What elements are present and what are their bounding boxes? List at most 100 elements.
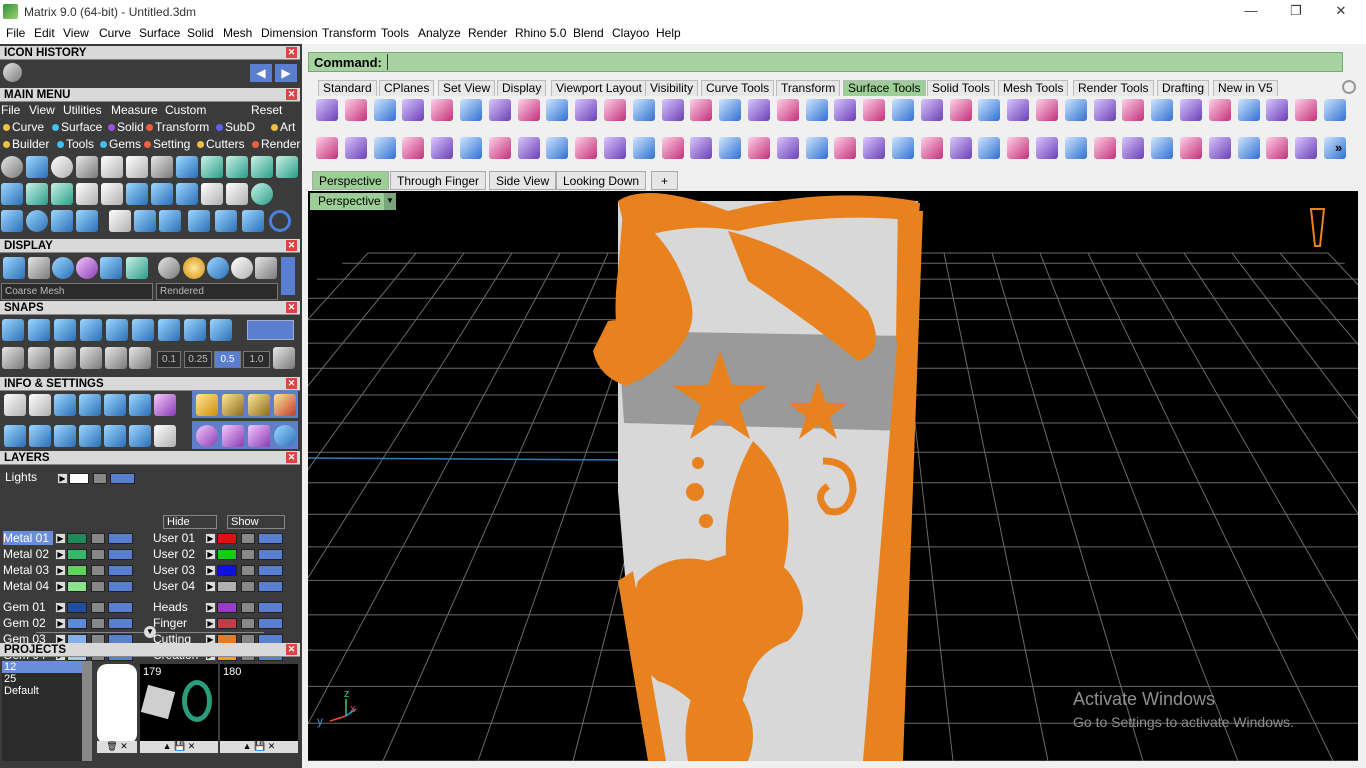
history-forward-icon[interactable]: ▶	[275, 64, 297, 82]
command-input[interactable]	[387, 54, 388, 70]
solid-tool-icon[interactable]	[748, 137, 770, 159]
close-icon[interactable]: ✕	[286, 452, 297, 463]
mm-utilities[interactable]: Utilities	[63, 103, 102, 117]
prong-tool-icon[interactable]	[126, 156, 148, 178]
visibility-icon[interactable]	[108, 618, 133, 629]
solid-tool-icon[interactable]	[431, 137, 454, 159]
visibility-icon[interactable]	[110, 473, 135, 484]
diamond-tool-icon[interactable]	[101, 156, 123, 178]
tab-solid-tools[interactable]: Solid Tools	[927, 80, 995, 96]
viewport-label[interactable]: Perspective	[310, 193, 390, 210]
solid-tool-icon[interactable]	[373, 137, 396, 159]
menu-dimension[interactable]: Dimension	[261, 26, 318, 40]
solid-tool-icon[interactable]	[661, 137, 684, 159]
gold-sphere-icon[interactable]	[183, 257, 205, 279]
close-icon[interactable]: ✕	[286, 644, 297, 655]
surface-tool-icon[interactable]	[1237, 99, 1260, 121]
project-item[interactable]: 12	[2, 661, 92, 673]
mm-file[interactable]: File	[1, 103, 20, 117]
layer-name[interactable]: User 01	[153, 531, 203, 545]
channel-tool-icon[interactable]	[26, 183, 48, 205]
mm-builder[interactable]: Builder	[3, 137, 49, 151]
bail-tool-icon[interactable]	[226, 183, 248, 205]
tab-surface-tools[interactable]: Surface Tools	[843, 80, 926, 96]
history-tool-icon[interactable]	[3, 63, 22, 82]
mm-custom[interactable]: Custom	[165, 103, 206, 117]
layer-name[interactable]: Gem 01	[3, 600, 53, 614]
viewport-layout-icon[interactable]	[4, 425, 26, 447]
mm-transform[interactable]: Transform	[146, 120, 209, 134]
blue-sphere-icon[interactable]	[207, 257, 229, 279]
gold-info-icon[interactable]	[196, 394, 218, 416]
white-sphere-icon[interactable]	[231, 257, 253, 279]
lock-icon[interactable]	[241, 533, 255, 544]
cube-info-icon[interactable]	[154, 394, 176, 416]
render-mode-select[interactable]: Rendered	[156, 283, 278, 300]
surface-tool-icon[interactable]	[1064, 99, 1087, 121]
project-scrollbar[interactable]	[82, 661, 92, 761]
surface-tool-icon[interactable]	[1180, 99, 1202, 121]
surface-tool-icon[interactable]	[460, 99, 482, 121]
menu-surface[interactable]: Surface	[139, 26, 180, 40]
tab-visibility[interactable]: Visibility	[645, 80, 699, 96]
surface-tool-icon[interactable]	[949, 99, 972, 121]
surface-tool-icon[interactable]	[805, 99, 828, 121]
layer-name[interactable]: User 03	[153, 563, 203, 577]
project-thumb-179[interactable]: 179	[140, 664, 218, 744]
collapse-chevron-icon[interactable]: ▼	[144, 626, 156, 638]
solid-tool-icon[interactable]	[402, 137, 425, 159]
link-tool-icon[interactable]	[188, 210, 210, 232]
solid-tool-icon[interactable]	[604, 137, 626, 159]
mm-tools[interactable]: Tools	[57, 137, 94, 151]
cube-snap-icon[interactable]	[28, 347, 50, 369]
solid-tool-icon[interactable]	[1180, 137, 1202, 159]
snap-perp-icon[interactable]	[106, 319, 128, 341]
array-tool-icon[interactable]	[151, 183, 173, 205]
menu-curve[interactable]: Curve	[99, 26, 131, 40]
snap-near-icon[interactable]	[28, 319, 50, 341]
layer-name[interactable]: Metal 02	[3, 547, 53, 561]
ring-info-icon[interactable]	[196, 425, 218, 447]
mm-cutters[interactable]: Cutters	[197, 137, 245, 151]
layer-color-swatch[interactable]	[217, 533, 237, 544]
menu-render[interactable]: Render	[468, 26, 507, 40]
surface-tool-icon[interactable]	[748, 99, 770, 121]
box-tool-icon[interactable]	[201, 183, 223, 205]
grid-snap-icon[interactable]	[2, 347, 24, 369]
ring-model[interactable]	[593, 193, 923, 761]
filter-icon[interactable]	[104, 425, 126, 447]
lock-icon[interactable]	[91, 581, 105, 592]
hide-button[interactable]: Hide	[163, 515, 217, 529]
visibility-icon[interactable]	[258, 581, 283, 592]
mm-subd[interactable]: SubD	[216, 120, 255, 134]
head-tool-icon[interactable]	[76, 183, 98, 205]
menu-edit[interactable]: Edit	[34, 26, 55, 40]
visibility-icon[interactable]	[108, 602, 133, 613]
visibility-icon[interactable]	[108, 565, 133, 576]
monitor-icon[interactable]	[29, 425, 51, 447]
solid-tool-icon[interactable]	[719, 137, 742, 159]
add-view-icon[interactable]: +	[651, 171, 678, 190]
visibility-icon[interactable]	[258, 602, 283, 613]
curve-tool-icon[interactable]	[51, 210, 73, 232]
bezel-tool-icon[interactable]	[176, 156, 198, 178]
scale-tool-icon[interactable]	[242, 210, 264, 232]
shaded-icon[interactable]	[28, 257, 50, 279]
cylinder-icon[interactable]	[79, 425, 101, 447]
tab-curve-tools[interactable]: Curve Tools	[701, 80, 775, 96]
display-slider[interactable]	[281, 257, 295, 295]
layer-color-swatch[interactable]	[217, 618, 237, 629]
lock-icon[interactable]	[91, 565, 105, 576]
surface-tool-icon[interactable]	[604, 99, 626, 121]
xray-icon[interactable]	[100, 257, 122, 279]
surface-tool-icon[interactable]	[892, 99, 914, 121]
solid-tool-icon[interactable]	[460, 137, 482, 159]
surface-tool-icon[interactable]	[373, 99, 396, 121]
light-tool-icon[interactable]	[51, 156, 73, 178]
surface-tool-icon[interactable]	[834, 99, 857, 121]
price-icon[interactable]	[274, 394, 296, 416]
page-tool-icon[interactable]	[134, 210, 156, 232]
expand-arrow-icon[interactable]: ▶	[55, 602, 66, 613]
expand-arrow-icon[interactable]: ▶	[55, 618, 66, 629]
close-icon[interactable]: ✕	[286, 378, 297, 389]
